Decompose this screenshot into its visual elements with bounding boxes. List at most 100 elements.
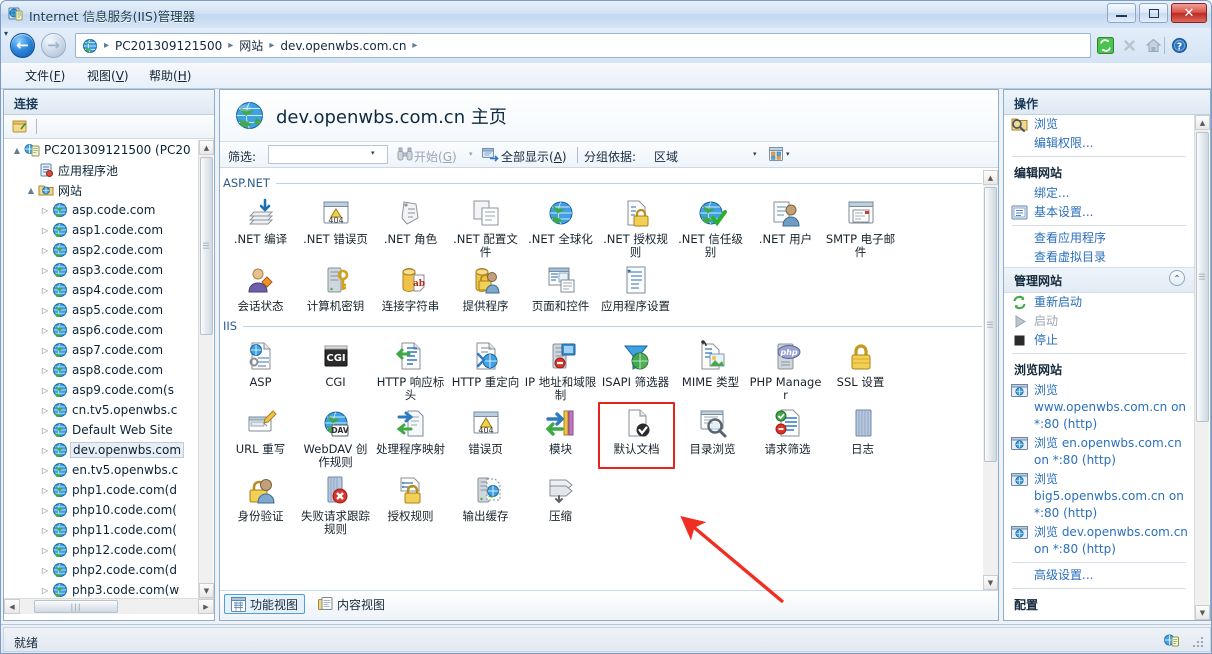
content-vertical-scrollbar[interactable]: ▲ ☰ ▼ bbox=[983, 170, 998, 590]
stop-button[interactable] bbox=[1119, 35, 1140, 56]
actions-vertical-scrollbar[interactable]: ▲ ☰ ▼ bbox=[1194, 115, 1210, 620]
tree-item[interactable]: ▷ asp9.code.com(s bbox=[4, 380, 198, 400]
maximize-button[interactable] bbox=[1139, 3, 1168, 23]
feature-tile[interactable]: 身份验证 bbox=[223, 469, 298, 536]
refresh-button[interactable] bbox=[1095, 35, 1116, 56]
breadcrumb[interactable]: ▸ PC201309121500 ▸ 网站 ▸ dev.openwbs.com.… bbox=[75, 33, 1091, 58]
feature-tile[interactable]: 默认文档 bbox=[598, 402, 675, 469]
feature-tile[interactable]: 应用程序设置 bbox=[598, 259, 673, 313]
feature-tile[interactable]: .NET 编译 bbox=[223, 192, 298, 259]
tree-item[interactable]: ▷ asp4.code.com bbox=[4, 280, 198, 300]
scroll-down-button[interactable]: ▼ bbox=[199, 583, 214, 598]
action-item[interactable]: 浏览 www.openwbs.com.cn on *:80 (http) bbox=[1004, 381, 1194, 434]
feature-tile[interactable]: 404 .NET 错误页 bbox=[298, 192, 373, 259]
tree-item[interactable]: ▷ asp2.code.com bbox=[4, 240, 198, 260]
feature-tile[interactable]: 会话状态 bbox=[223, 259, 298, 313]
feature-tile[interactable]: 页面和控件 bbox=[523, 259, 598, 313]
action-item[interactable]: 高级设置... bbox=[1004, 566, 1194, 585]
expand-arrow-icon[interactable]: ▷ bbox=[38, 366, 52, 375]
feature-tile[interactable]: ISAPI 筛选器 bbox=[598, 335, 673, 402]
feature-tile[interactable]: 压缩 bbox=[523, 469, 598, 536]
expand-arrow-icon[interactable]: ▷ bbox=[38, 266, 52, 275]
expand-arrow-icon[interactable]: ▷ bbox=[38, 546, 52, 555]
expand-arrow-icon[interactable]: ▷ bbox=[38, 446, 52, 455]
action-item[interactable]: 浏览 bbox=[1004, 115, 1194, 134]
action-item[interactable]: 基本设置... bbox=[1004, 203, 1194, 222]
connections-tree[interactable]: ▲ PC201309121500 (PC20 应用程序池 ▲ 网站 ▷ asp.code.c… bbox=[4, 140, 198, 598]
view-mode-icon[interactable] bbox=[768, 146, 784, 162]
tree-vertical-scrollbar[interactable]: ▲ ☰ ▼ bbox=[198, 140, 214, 598]
collapse-arrow-icon[interactable]: ▲ bbox=[10, 146, 24, 155]
tree-item[interactable]: ▲ PC201309121500 (PC20 bbox=[4, 140, 198, 160]
feature-tile[interactable]: HTTP 响应标头 bbox=[373, 335, 448, 402]
tree-item[interactable]: ▷ php11.code.com( bbox=[4, 520, 198, 540]
resize-grip-icon[interactable] bbox=[1191, 635, 1205, 649]
tree-item[interactable]: ▷ php2.code.com(d bbox=[4, 560, 198, 580]
show-all-button[interactable]: 全部显示(A) bbox=[501, 148, 567, 165]
action-item[interactable]: 浏览 dev.openwbs.com.cn on *:80 (http) bbox=[1004, 523, 1194, 559]
feature-tile[interactable]: 目录浏览 bbox=[675, 402, 750, 469]
scroll-down-button[interactable]: ▼ bbox=[983, 575, 998, 590]
tree-item[interactable]: ▷ asp6.code.com bbox=[4, 320, 198, 340]
feature-tile[interactable]: 模块 bbox=[523, 402, 598, 469]
feature-tile[interactable]: 处理程序映射 bbox=[373, 402, 448, 469]
feature-tile[interactable]: SMTP 电子邮件 bbox=[823, 192, 898, 259]
view-mode-dropdown-arrow-icon[interactable]: ▾ bbox=[786, 150, 790, 158]
breadcrumb-item-server[interactable]: PC201309121500 bbox=[112, 38, 225, 54]
feature-tile[interactable]: .NET 信任级别 bbox=[673, 192, 748, 259]
breadcrumb-item-site[interactable]: dev.openwbs.com.cn bbox=[277, 38, 409, 54]
help-button[interactable]: ? bbox=[1169, 35, 1190, 56]
tree-item[interactable]: ▷ asp5.code.com bbox=[4, 300, 198, 320]
filter-input[interactable] bbox=[268, 145, 388, 164]
feature-tile[interactable]: 请求筛选 bbox=[750, 402, 825, 469]
scroll-thumb[interactable]: ☰ bbox=[984, 187, 997, 462]
scroll-right-button[interactable]: ▶ bbox=[198, 599, 214, 614]
feature-tile[interactable]: 提供程序 bbox=[448, 259, 523, 313]
close-button[interactable]: ✕ bbox=[1171, 3, 1207, 23]
action-item[interactable]: 停止 bbox=[1004, 331, 1194, 350]
expand-arrow-icon[interactable]: ▷ bbox=[38, 506, 52, 515]
action-item[interactable]: 绑定... bbox=[1004, 184, 1194, 203]
feature-tile[interactable]: IP 地址和域限制 bbox=[523, 335, 598, 402]
collapse-section-button[interactable]: ⌃ bbox=[1169, 270, 1185, 286]
filter-go-button[interactable]: 开始(G) bbox=[414, 148, 457, 165]
scroll-up-button[interactable]: ▲ bbox=[983, 170, 998, 185]
feature-tile[interactable]: SSL 设置 bbox=[823, 335, 898, 402]
action-item[interactable]: 浏览 en.openwbs.com.cn on *:80 (http) bbox=[1004, 434, 1194, 470]
tree-item[interactable]: ▷ asp8.code.com bbox=[4, 360, 198, 380]
back-button[interactable]: ← bbox=[10, 33, 35, 58]
collapse-arrow-icon[interactable]: ▲ bbox=[24, 186, 38, 195]
expand-arrow-icon[interactable]: ▷ bbox=[38, 206, 52, 215]
feature-tile[interactable]: ASP bbox=[223, 335, 298, 402]
scroll-thumb[interactable]: ☰ bbox=[1196, 132, 1209, 422]
minimize-button[interactable] bbox=[1107, 3, 1136, 23]
scroll-thumb[interactable]: ☰ bbox=[200, 157, 213, 335]
expand-arrow-icon[interactable]: ▷ bbox=[38, 526, 52, 535]
action-item[interactable]: 查看虚拟目录 bbox=[1004, 248, 1194, 267]
tree-item[interactable]: ▷ cn.tv5.openwbs.c bbox=[4, 400, 198, 420]
feature-tile[interactable]: CGI CGI bbox=[298, 335, 373, 402]
feature-tile[interactable]: URL 重写 bbox=[223, 402, 298, 469]
expand-arrow-icon[interactable]: ▷ bbox=[38, 246, 52, 255]
features-grid[interactable]: ASP.NET .NET 编译 404 .NET 错误页 .NET 角色 .NET 配置文… bbox=[223, 170, 982, 590]
action-item[interactable]: 查看应用程序 bbox=[1004, 229, 1194, 248]
connect-to-server-icon[interactable] bbox=[12, 118, 29, 135]
home-button[interactable] bbox=[1143, 35, 1164, 56]
feature-tile[interactable]: 失败请求跟踪规则 bbox=[298, 469, 373, 536]
feature-tile[interactable]: .NET 配置文件 bbox=[448, 192, 523, 259]
tree-item[interactable]: 应用程序池 bbox=[4, 160, 198, 180]
tree-item[interactable]: ▷ asp3.code.com bbox=[4, 260, 198, 280]
action-item[interactable]: 编辑权限... bbox=[1004, 134, 1194, 153]
feature-tile[interactable]: MIME 类型 bbox=[673, 335, 748, 402]
feature-tile[interactable]: 授权规则 bbox=[373, 469, 448, 536]
feature-tile[interactable]: .NET 角色 bbox=[373, 192, 448, 259]
menu-help[interactable]: 帮助(H) bbox=[141, 67, 199, 85]
tree-item[interactable]: ▷ php10.code.com( bbox=[4, 500, 198, 520]
expand-arrow-icon[interactable]: ▷ bbox=[38, 326, 52, 335]
feature-tile[interactable]: php PHP Manager bbox=[748, 335, 823, 402]
tab-content-view[interactable]: 内容视图 bbox=[312, 594, 391, 614]
tree-item[interactable]: ▷ Default Web Site bbox=[4, 420, 198, 440]
expand-arrow-icon[interactable]: ▷ bbox=[38, 486, 52, 495]
tree-item[interactable]: ▷ en.tv5.openwbs.c bbox=[4, 460, 198, 480]
expand-arrow-icon[interactable]: ▷ bbox=[38, 286, 52, 295]
